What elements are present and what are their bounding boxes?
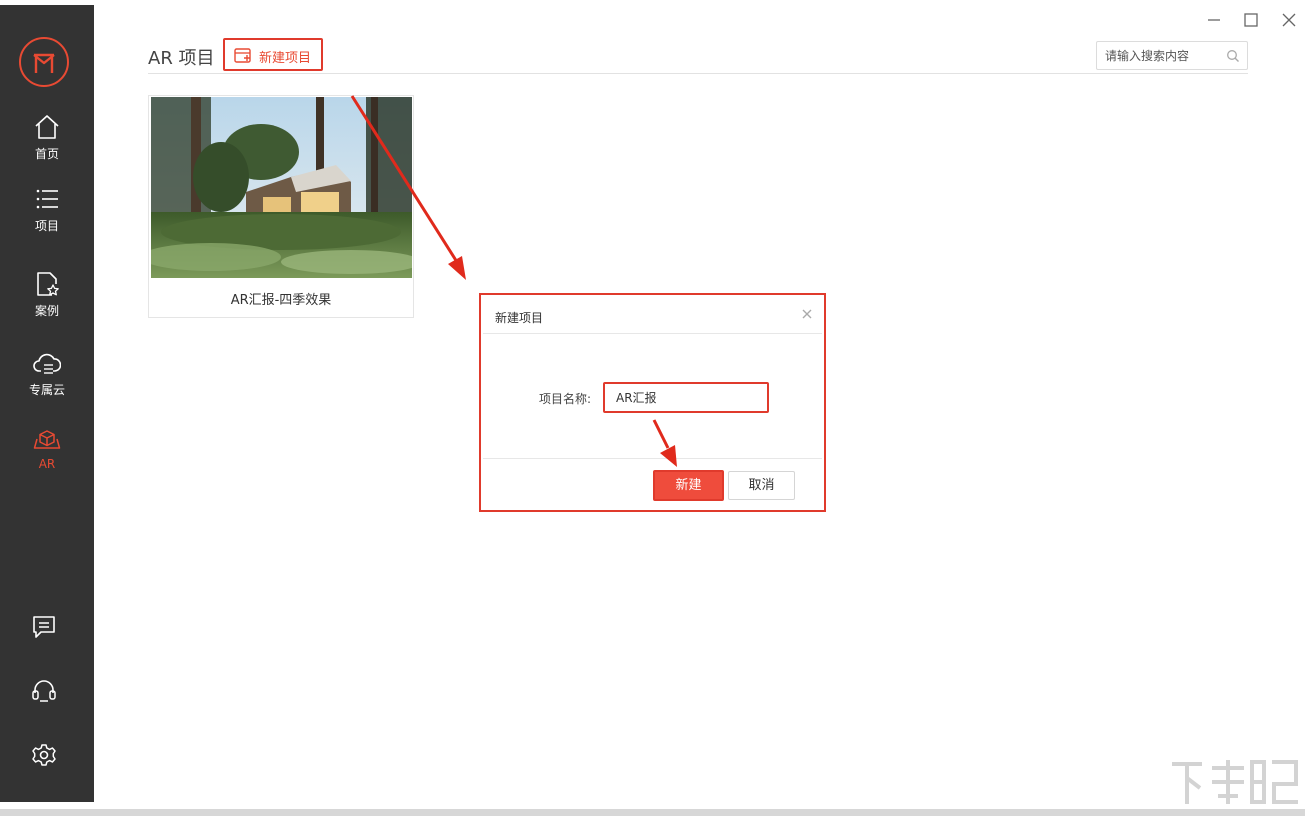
search-box[interactable] bbox=[1096, 41, 1248, 70]
m-logo-icon bbox=[19, 37, 69, 87]
new-project-label: 新建项目 bbox=[259, 51, 312, 66]
sidebar-item-home[interactable]: 首页 bbox=[0, 113, 94, 173]
project-thumbnail bbox=[151, 97, 412, 278]
sidebar-item-cloud[interactable]: 专属云 bbox=[0, 349, 94, 409]
project-card[interactable]: AR汇报-四季效果 bbox=[148, 95, 414, 318]
sidebar-item-label: 项目 bbox=[34, 219, 59, 233]
project-title: AR汇报-四季效果 bbox=[230, 293, 332, 308]
sidebar-item-cases[interactable]: 案例 bbox=[0, 270, 94, 330]
sidebar-item-projects[interactable]: 项目 bbox=[0, 185, 94, 245]
create-button[interactable]: 新建 bbox=[653, 470, 724, 501]
sidebar: 首页 项目 案例 专属云 AR bbox=[0, 5, 94, 802]
search-input[interactable] bbox=[1097, 42, 1222, 69]
gear-icon[interactable] bbox=[30, 741, 58, 769]
new-project-dialog: 新建项目 项目名称: 新建 取消 bbox=[479, 293, 826, 512]
cloud-icon bbox=[33, 353, 61, 374]
search-icon[interactable] bbox=[1226, 49, 1240, 63]
sidebar-item-label: 首页 bbox=[34, 147, 59, 161]
close-icon[interactable] bbox=[1279, 10, 1299, 30]
new-project-button[interactable]: 新建项目 bbox=[223, 38, 323, 71]
project-name-label: 项目名称: bbox=[539, 392, 592, 406]
list-icon bbox=[36, 189, 58, 209]
minimize-icon[interactable] bbox=[1204, 10, 1224, 30]
case-star-icon bbox=[37, 272, 59, 296]
maximize-icon[interactable] bbox=[1241, 10, 1261, 30]
cancel-button[interactable]: 取消 bbox=[728, 471, 795, 500]
dialog-footer-divider bbox=[483, 458, 822, 459]
ar-cube-icon bbox=[33, 430, 61, 449]
dialog-close-icon[interactable] bbox=[800, 307, 814, 321]
sidebar-item-label: 案例 bbox=[34, 304, 59, 318]
project-name-input[interactable] bbox=[605, 384, 767, 411]
home-icon bbox=[35, 115, 59, 139]
watermark-logo bbox=[1172, 760, 1298, 804]
dialog-header: 新建项目 bbox=[483, 297, 822, 334]
project-name-field[interactable] bbox=[603, 382, 769, 413]
header-divider bbox=[148, 73, 1248, 74]
dialog-title: 新建项目 bbox=[495, 311, 544, 325]
headset-icon[interactable] bbox=[30, 677, 58, 705]
new-project-icon bbox=[234, 48, 251, 63]
message-icon[interactable] bbox=[30, 613, 58, 641]
sidebar-item-ar[interactable]: AR bbox=[0, 425, 94, 485]
sidebar-item-label: AR bbox=[38, 457, 56, 471]
status-bar bbox=[0, 809, 1305, 816]
sidebar-item-label: 专属云 bbox=[28, 383, 65, 397]
page-title: AR 项目 bbox=[148, 48, 215, 69]
